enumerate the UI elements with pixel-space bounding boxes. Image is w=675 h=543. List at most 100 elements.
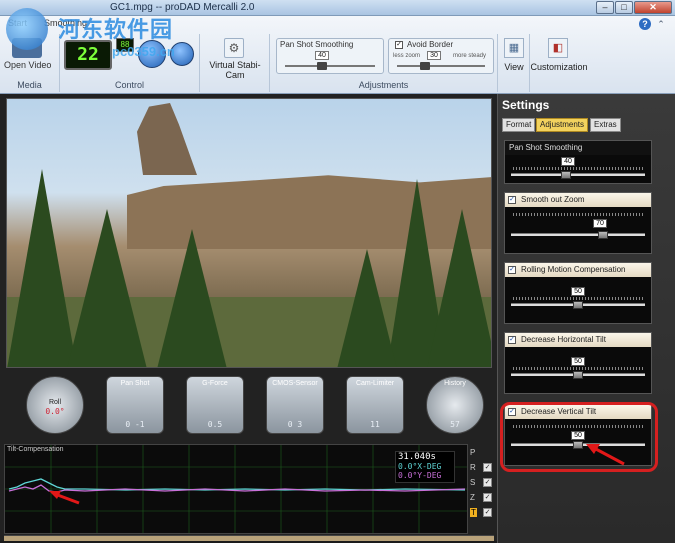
pan-shot-meter[interactable]: Pan Shot 0 -1 bbox=[106, 376, 164, 434]
cmos-sensor-meter[interactable]: CMOS-Sensor 0 3 bbox=[266, 376, 324, 434]
decrease-horizontal-tilt-panel: ✓ Decrease Horizontal Tilt 50 bbox=[504, 332, 652, 394]
axis-row-s: S ✓ bbox=[470, 476, 494, 491]
tab-format[interactable]: Format bbox=[502, 118, 536, 132]
history-meter[interactable]: History 57 bbox=[426, 376, 484, 434]
pan-shot-smoothing-control: Pan Shot Smoothing 40 bbox=[276, 38, 384, 74]
customization-group: ◧ Customization bbox=[530, 34, 588, 92]
axis-checkbox[interactable]: ✓ bbox=[483, 493, 492, 502]
settings-panel: Settings Format Adjustments Extras Pan S… bbox=[497, 94, 675, 543]
pan-shot-slider-thumb[interactable] bbox=[317, 62, 327, 70]
less-zoom-label: less zoom bbox=[393, 53, 421, 59]
help-icon[interactable]: ? bbox=[639, 18, 651, 30]
axis-letter: P bbox=[470, 448, 476, 457]
customization-icon[interactable]: ◧ bbox=[548, 38, 568, 58]
axis-letter: Z bbox=[470, 493, 475, 502]
panel-slider[interactable] bbox=[511, 231, 645, 239]
tab-start[interactable]: Start bbox=[8, 18, 27, 28]
avoid-border-slider[interactable] bbox=[397, 62, 485, 70]
tab-adjustments[interactable]: Adjustments bbox=[536, 118, 589, 132]
meter-title: G-Force bbox=[202, 380, 228, 387]
g-force-meter[interactable]: G-Force 0.5 bbox=[186, 376, 244, 434]
meter-value: 0 3 bbox=[287, 420, 303, 429]
panel-slider-thumb[interactable] bbox=[561, 171, 571, 179]
axis-letter: S bbox=[470, 478, 476, 487]
customization-button[interactable]: Customization bbox=[530, 62, 588, 72]
view-group: ▦ View bbox=[498, 34, 530, 92]
adjustments-group: Pan Shot Smoothing 40 ✓ Avoid Border les… bbox=[270, 34, 498, 92]
video-preview[interactable] bbox=[6, 98, 492, 368]
avoid-border-checkbox[interactable]: ✓ bbox=[395, 41, 403, 49]
tab-smoothing[interactable]: Smoothing bbox=[44, 18, 87, 28]
media-group-label: Media bbox=[17, 80, 42, 90]
tilt-compensation-graph[interactable]: Tilt-Compensation 31.040s 0.0°X-DEG 0.0°… bbox=[4, 444, 468, 534]
rolling-motion-compensation-panel: ✓ Rolling Motion Compensation 50 bbox=[504, 262, 652, 324]
axis-checkbox[interactable]: ✓ bbox=[483, 478, 492, 487]
smooth-out-zoom-panel: ✓ Smooth out Zoom 70 bbox=[504, 192, 652, 254]
cam-limiter-meter[interactable]: Cam-Limiter 11 bbox=[346, 376, 404, 434]
tab-extras[interactable]: Extras bbox=[590, 118, 621, 132]
gear-icon[interactable]: ⚙ bbox=[224, 38, 244, 58]
maximize-button[interactable]: □ bbox=[615, 1, 633, 14]
preview-area: Roll 0.0° Pan Shot 0 -1 G-Force 0.5 CMOS… bbox=[0, 94, 497, 541]
meter-title: Cam-Limiter bbox=[355, 380, 395, 387]
film-icon[interactable] bbox=[12, 38, 42, 58]
panel-value[interactable]: 70 bbox=[593, 219, 607, 228]
axis-letter: R bbox=[470, 463, 476, 472]
minimize-button[interactable]: – bbox=[596, 1, 614, 14]
virtual-stabi-cam-button[interactable]: Virtual Stabi-Cam bbox=[202, 60, 268, 80]
axis-checkbox[interactable]: ✓ bbox=[483, 463, 492, 472]
avoid-border-control: ✓ Avoid Border less zoom 30 more steady bbox=[388, 38, 494, 74]
pan-shot-slider[interactable] bbox=[285, 62, 375, 70]
meter-value: 57 bbox=[450, 420, 460, 429]
panel-slider[interactable] bbox=[511, 371, 645, 379]
control-group: 22 88 Control bbox=[60, 34, 200, 92]
panel-slider-thumb[interactable] bbox=[573, 301, 583, 309]
play-button[interactable] bbox=[138, 40, 166, 68]
meter-value: 0 -1 bbox=[125, 420, 145, 429]
open-video-button[interactable]: Open Video bbox=[4, 60, 51, 70]
axis-letter[interactable]: T bbox=[470, 508, 477, 517]
meter-title: Pan Shot bbox=[120, 380, 150, 387]
stop-button[interactable] bbox=[170, 42, 194, 66]
frame-counter-sub: 88 bbox=[116, 38, 134, 52]
slider-ticks bbox=[513, 297, 643, 300]
tree-shape bbox=[7, 169, 77, 367]
panel-checkbox[interactable]: ✓ bbox=[508, 266, 516, 274]
panel-header: ✓ Rolling Motion Compensation bbox=[505, 263, 651, 277]
pan-shot-smoothing-panel: Pan Shot Smoothing 40 bbox=[504, 140, 652, 184]
view-button[interactable]: View bbox=[498, 62, 530, 72]
adjustments-group-label: Adjustments bbox=[358, 80, 409, 90]
axis-row-p: P bbox=[470, 446, 494, 461]
panel-value[interactable]: 50 bbox=[571, 287, 585, 296]
panel-slider-thumb[interactable] bbox=[573, 371, 583, 379]
avoid-border-value[interactable]: 30 bbox=[427, 51, 441, 60]
panel-checkbox[interactable]: ✓ bbox=[508, 336, 516, 344]
close-button[interactable]: ✕ bbox=[634, 1, 672, 14]
annotation-arrow-graph bbox=[49, 491, 80, 505]
timeline-scrubber[interactable] bbox=[4, 535, 494, 541]
roll-meter[interactable]: Roll 0.0° bbox=[26, 376, 84, 434]
axis-checkbox[interactable]: ✓ bbox=[483, 508, 492, 517]
grid-icon[interactable]: ▦ bbox=[504, 38, 524, 58]
avoid-border-slider-thumb[interactable] bbox=[420, 62, 430, 70]
panel-slider[interactable] bbox=[511, 301, 645, 309]
meter-title: History bbox=[444, 380, 466, 387]
panel-slider-thumb[interactable] bbox=[598, 231, 608, 239]
virtual-stabi-cam-group: ⚙ Virtual Stabi-Cam bbox=[200, 34, 270, 92]
settings-title: Settings bbox=[502, 98, 550, 112]
chevron-up-icon[interactable]: ⌃ bbox=[655, 18, 667, 30]
panel-value[interactable]: 40 bbox=[561, 157, 575, 166]
pan-shot-smoothing-label: Pan Shot Smoothing bbox=[280, 40, 354, 49]
title-bar: GC1.mpg -- proDAD Mercalli 2.0 – □ ✕ bbox=[0, 0, 675, 16]
pan-shot-value[interactable]: 40 bbox=[315, 51, 329, 60]
motion-meters: Roll 0.0° Pan Shot 0 -1 G-Force 0.5 CMOS… bbox=[0, 372, 497, 442]
time-readout: 31.040s bbox=[398, 452, 436, 462]
panel-value[interactable]: 50 bbox=[571, 357, 585, 366]
panel-checkbox[interactable]: ✓ bbox=[508, 196, 516, 204]
axis-toggles: P R ✓ S ✓ Z ✓ T ✓ bbox=[470, 446, 494, 521]
graph-title: Tilt-Compensation bbox=[7, 446, 64, 453]
more-steady-label: more steady bbox=[453, 53, 487, 59]
meter-title: Roll bbox=[48, 399, 62, 406]
panel-header: ✓ Smooth out Zoom bbox=[505, 193, 651, 207]
panel-slider[interactable] bbox=[511, 171, 645, 179]
